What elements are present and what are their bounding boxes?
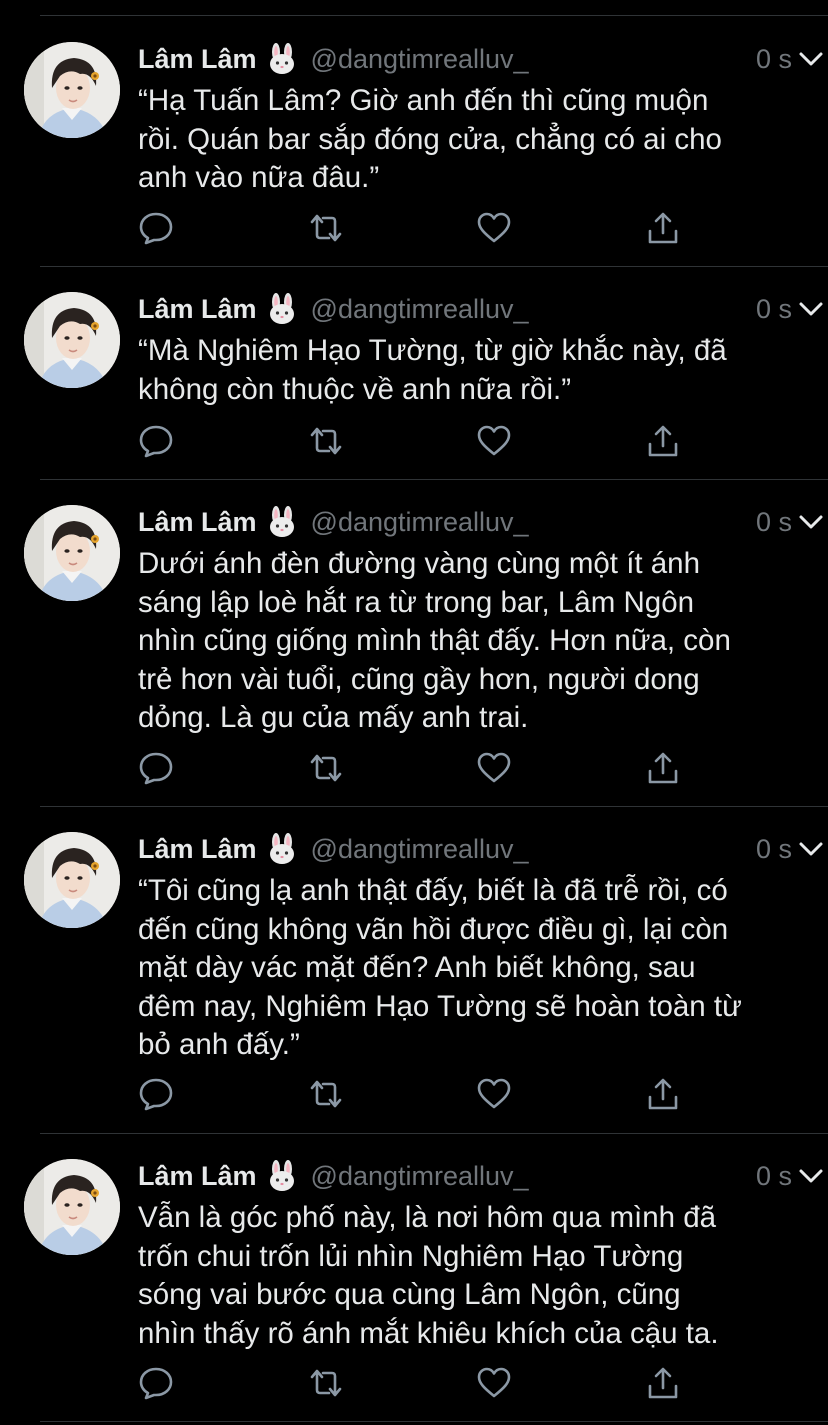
rabbit-face-icon [267,43,297,75]
timestamp: 0 s [755,1161,792,1191]
reply-icon[interactable] [138,424,174,458]
tweet-actions [138,424,698,458]
share-icon[interactable] [645,751,681,785]
tweet-text: “Mà Nghiêm Hạo Tường, từ giờ khắc này, đ… [138,334,727,406]
tweet-actions [138,1366,698,1400]
avatar[interactable] [24,1159,120,1255]
heart-icon[interactable] [476,1077,512,1111]
avatar[interactable] [24,42,120,138]
chevron-down-icon[interactable] [798,1163,824,1189]
divider [40,479,828,480]
avatar[interactable] [24,292,120,388]
timestamp: 0 s [755,44,792,74]
reply-icon[interactable] [138,211,174,245]
tweet-header: Lâm Lâm @dangtimrealluv_ [138,292,798,326]
tweet-header: Lâm Lâm @dangtimrealluv_ [138,1159,798,1193]
retweet-icon[interactable] [308,1366,344,1400]
display-name[interactable]: Lâm Lâm [138,294,257,325]
share-icon[interactable] [645,1077,681,1111]
divider [40,1133,828,1134]
tweet-header: Lâm Lâm @dangtimrealluv_ [138,42,798,76]
display-name[interactable]: Lâm Lâm [138,507,257,538]
divider [40,1421,828,1422]
tweet-header: Lâm Lâm @dangtimrealluv_ [138,832,798,866]
user-handle[interactable]: @dangtimrealluv_ [311,834,529,865]
tweet-text: “Hạ Tuấn Lâm? Giờ anh đến thì cũng muộn … [138,84,722,194]
chevron-down-icon[interactable] [798,836,824,862]
retweet-icon[interactable] [308,751,344,785]
retweet-icon[interactable] [308,1077,344,1111]
display-name[interactable]: Lâm Lâm [138,1161,257,1192]
timestamp: 0 s [755,507,792,537]
divider [40,15,828,16]
display-name[interactable]: Lâm Lâm [138,44,257,75]
reply-icon[interactable] [138,1366,174,1400]
rabbit-face-icon [267,506,297,538]
rabbit-face-icon [267,1160,297,1192]
heart-icon[interactable] [476,751,512,785]
retweet-icon[interactable] [308,424,344,458]
chevron-down-icon[interactable] [798,46,824,72]
tweet-actions [138,211,698,245]
tweet-text: Vẫn là góc phố này, là nơi hôm qua mình … [138,1201,719,1350]
tweet-header: Lâm Lâm @dangtimrealluv_ [138,505,798,539]
heart-icon[interactable] [476,424,512,458]
reply-icon[interactable] [138,1077,174,1111]
timestamp: 0 s [755,294,792,324]
avatar[interactable] [24,505,120,601]
avatar[interactable] [24,832,120,928]
chevron-down-icon[interactable] [798,296,824,322]
user-handle[interactable]: @dangtimrealluv_ [311,294,529,325]
share-icon[interactable] [645,211,681,245]
heart-icon[interactable] [476,1366,512,1400]
reply-icon[interactable] [138,751,174,785]
chevron-down-icon[interactable] [798,509,824,535]
share-icon[interactable] [645,424,681,458]
tweet-actions [138,751,698,785]
timestamp: 0 s [755,834,792,864]
display-name[interactable]: Lâm Lâm [138,834,257,865]
user-handle[interactable]: @dangtimrealluv_ [311,44,529,75]
tweet-actions [138,1077,698,1111]
heart-icon[interactable] [476,211,512,245]
tweet-text: “Tôi cũng lạ anh thật đấy, biết là đã tr… [138,874,742,1061]
divider [40,806,828,807]
tweet-text: Dưới ánh đèn đường vàng cùng một ít ánh … [138,547,731,734]
rabbit-face-icon [267,293,297,325]
divider [40,266,828,267]
retweet-icon[interactable] [308,211,344,245]
user-handle[interactable]: @dangtimrealluv_ [311,507,529,538]
share-icon[interactable] [645,1366,681,1400]
user-handle[interactable]: @dangtimrealluv_ [311,1161,529,1192]
rabbit-face-icon [267,833,297,865]
